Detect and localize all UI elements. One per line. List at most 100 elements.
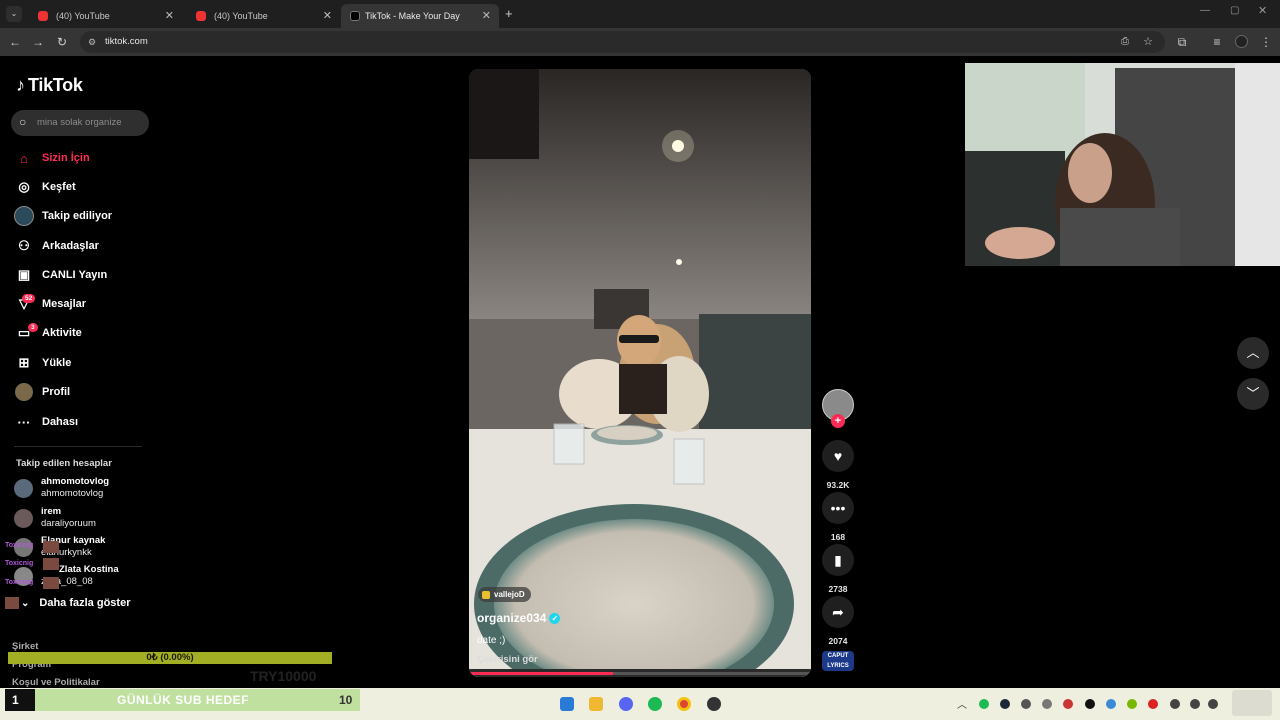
nav-live[interactable]: ▣ CANLI Yayın — [14, 264, 107, 286]
chevron-up-icon[interactable]: ︿ — [957, 696, 967, 711]
tray-icon[interactable] — [1127, 699, 1137, 709]
nav-explore[interactable]: ◎ Keşfet — [14, 176, 75, 198]
tray-icon[interactable] — [1106, 699, 1116, 709]
video-author[interactable]: organize034 ✓ — [477, 611, 561, 625]
goal-progress-bar: 0₺ (0.00%) — [8, 652, 332, 664]
app-icon[interactable] — [707, 697, 721, 711]
like-action[interactable]: ♥ 93.2K — [822, 440, 854, 490]
close-icon[interactable]: ✕ — [482, 9, 491, 22]
follow-plus-icon[interactable]: + — [831, 414, 845, 428]
nav-friends[interactable]: ⚇ Arkadaşlar — [14, 235, 99, 257]
tab-youtube-2[interactable]: (40) YouTube ✕ — [182, 4, 340, 28]
network-icon[interactable] — [1190, 699, 1200, 709]
chrome-icon[interactable] — [677, 697, 691, 711]
translate-link[interactable]: Çevirisini gör — [477, 654, 538, 665]
tab-title: TikTok - Make Your Day — [365, 11, 460, 21]
avatar[interactable] — [1235, 35, 1248, 48]
sticker-tag[interactable]: vallejoD — [478, 587, 531, 602]
tray-icon[interactable] — [1000, 699, 1010, 709]
volume-icon[interactable] — [1208, 699, 1218, 709]
footer-link[interactable]: Koşul ve Politikalar — [12, 677, 100, 688]
nav-for-you[interactable]: ⌂ Sizin İçin — [14, 147, 90, 169]
tab-strip: ⌄ (40) YouTube ✕ (40) YouTube ✕ TikTok -… — [0, 0, 1280, 28]
heart-icon: ♥ — [822, 440, 854, 472]
video-player[interactable]: vallejoD organize034 ✓ date ;) Çevirisin… — [469, 69, 811, 677]
nav-following[interactable]: Takip ediliyor — [14, 205, 112, 227]
tray-icon[interactable] — [1148, 699, 1158, 709]
following-icon — [14, 206, 34, 226]
more-icon: ··· — [17, 414, 31, 430]
youtube-icon — [196, 11, 206, 21]
install-icon[interactable]: ⎙ — [1121, 31, 1129, 53]
media-icon[interactable]: ≡ — [1210, 35, 1224, 49]
overlay-tag: Toxicnig — [5, 579, 34, 586]
forward-icon[interactable]: → — [31, 35, 45, 49]
menu-icon[interactable]: ⋮ — [1259, 35, 1273, 49]
webcam-frame — [965, 63, 1280, 266]
tab-title: (40) YouTube — [214, 11, 268, 21]
chevron-up-icon: ︿ — [1246, 345, 1260, 360]
sub-goal-label: GÜNLÜK SUB HEDEF — [117, 693, 250, 707]
spotify-icon[interactable] — [648, 697, 662, 711]
tray-icon[interactable] — [1063, 699, 1073, 709]
video-progress-fill — [469, 672, 613, 675]
nav-upload[interactable]: ⊞ Yükle — [14, 352, 72, 374]
nav-more[interactable]: ··· Dahası — [14, 411, 79, 433]
webcam-overlay — [965, 63, 1280, 266]
profile-icon — [14, 382, 34, 402]
footer-link[interactable]: Şirket — [12, 641, 38, 652]
tray-icon[interactable] — [1042, 699, 1052, 709]
youtube-icon — [38, 11, 48, 21]
file-explorer-icon[interactable] — [589, 697, 603, 711]
bookmark-star-icon[interactable]: ☆ — [1143, 31, 1153, 53]
overlay-avatar — [43, 541, 59, 553]
tray-icon[interactable] — [979, 699, 989, 709]
save-action[interactable]: ▮ 2738 — [822, 544, 854, 594]
discord-icon[interactable] — [619, 697, 633, 711]
close-icon[interactable]: ✕ — [323, 9, 332, 22]
sub-goal-count-box: 1 — [5, 689, 35, 711]
tray-icon[interactable] — [1021, 699, 1031, 709]
clock-widget[interactable] — [1232, 690, 1272, 716]
tiktok-icon — [350, 11, 360, 21]
extensions-icon[interactable]: ⧉ — [1175, 35, 1189, 49]
tab-youtube-1[interactable]: (40) YouTube ✕ — [24, 4, 182, 28]
search-placeholder: mina solak organize — [37, 117, 122, 128]
previous-video-button[interactable]: ︿ — [1237, 337, 1269, 369]
back-icon[interactable]: ← — [8, 35, 22, 49]
tray-icon[interactable] — [1085, 699, 1095, 709]
tiktok-logo[interactable]: ♪ TikTok — [16, 75, 83, 96]
save-count: 2738 — [828, 584, 848, 594]
share-action[interactable]: ➦ 2074 — [822, 596, 854, 646]
nav-profile[interactable]: Profil — [14, 381, 70, 403]
comment-action[interactable]: ••• 168 — [822, 492, 854, 542]
music-disc[interactable]: CAPUT LYRICS — [822, 651, 854, 671]
sticker-icon — [482, 590, 490, 599]
nav-activity[interactable]: ▭ Aktivite — [14, 322, 82, 344]
upload-icon: ⊞ — [18, 355, 30, 370]
close-window-button[interactable]: ✕ — [1258, 4, 1267, 17]
site-info-icon[interactable]: ⚙ — [88, 31, 96, 53]
avatar — [14, 479, 33, 498]
sub-goal-target: 10 — [339, 693, 353, 707]
new-tab-button[interactable]: + — [505, 6, 513, 21]
address-bar[interactable]: ⚙ tiktok.com ⎙ ☆ — [80, 31, 1165, 53]
avatar — [14, 509, 33, 528]
live-icon: ▣ — [17, 267, 31, 282]
search-icon: ○ — [19, 115, 27, 129]
compass-icon: ◎ — [18, 179, 30, 194]
reload-icon[interactable]: ↻ — [55, 35, 69, 49]
next-video-button[interactable]: ﹀ — [1237, 378, 1269, 410]
microphone-icon[interactable] — [1170, 699, 1180, 709]
search-input[interactable]: ○ mina solak organize — [11, 110, 149, 136]
share-count: 2074 — [828, 636, 848, 646]
following-header: Takip edilen hesaplar — [16, 458, 112, 469]
minimize-button[interactable]: — — [1200, 5, 1210, 16]
close-icon[interactable]: ✕ — [165, 9, 174, 22]
restore-button[interactable]: ▢ — [1230, 5, 1239, 16]
bookmark-icon: ▮ — [822, 544, 854, 576]
windows-start-icon[interactable] — [560, 697, 574, 711]
tab-search-button[interactable]: ⌄ — [6, 6, 22, 22]
show-more-button[interactable]: ⌄ Daha fazla göster — [5, 597, 130, 609]
tab-tiktok[interactable]: TikTok - Make Your Day ✕ — [341, 4, 499, 28]
